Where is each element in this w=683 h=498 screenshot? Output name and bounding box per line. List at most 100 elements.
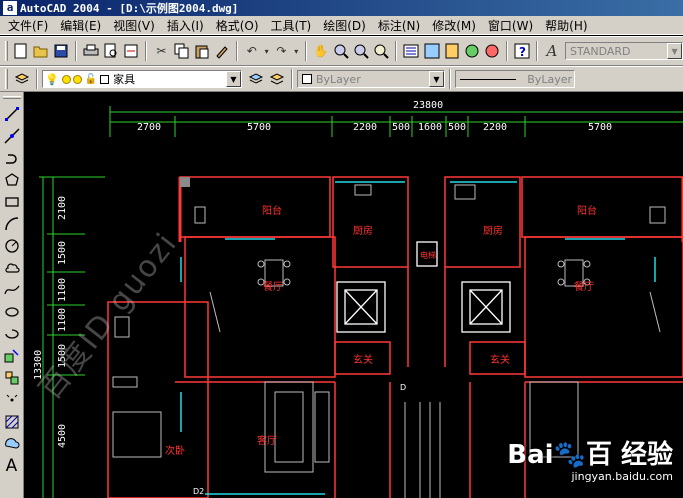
dim-left-1: 1500 bbox=[57, 241, 68, 265]
linetype-sample bbox=[460, 78, 516, 80]
dim-top-2: 2200 bbox=[353, 122, 377, 133]
linetype-select[interactable]: ByLayer bbox=[455, 70, 575, 88]
revision-cloud-icon[interactable] bbox=[2, 257, 22, 279]
help-icon[interactable]: ? bbox=[513, 42, 531, 61]
zoom-previous-icon[interactable] bbox=[372, 42, 390, 61]
text-icon[interactable]: A bbox=[2, 455, 22, 477]
spline-icon[interactable] bbox=[2, 279, 22, 301]
redo-dropdown-icon[interactable]: ▾ bbox=[293, 42, 301, 61]
label-kitchen-left: 厨房 bbox=[353, 224, 373, 237]
toolbar-grip[interactable] bbox=[2, 96, 21, 99]
hatch-icon[interactable] bbox=[2, 411, 22, 433]
chevron-down-icon[interactable]: ▼ bbox=[667, 43, 683, 59]
dim-top-5: 500 bbox=[448, 122, 466, 133]
layer-on-icon[interactable]: 💡 bbox=[45, 73, 59, 86]
autocad-app-icon[interactable]: a bbox=[3, 1, 17, 15]
text-style-select[interactable]: STANDARD ▼ bbox=[564, 42, 683, 60]
label-dining-right: 餐厅 bbox=[574, 280, 594, 293]
print-icon[interactable] bbox=[82, 42, 100, 61]
menu-view[interactable]: 视图(V) bbox=[107, 17, 161, 34]
pan-icon[interactable]: ✋ bbox=[312, 42, 330, 61]
label-elevator: 电梯 bbox=[420, 250, 436, 260]
new-file-icon[interactable] bbox=[12, 42, 30, 61]
toolbar-separator bbox=[291, 69, 293, 89]
undo-dropdown-icon[interactable]: ▾ bbox=[263, 42, 271, 61]
chevron-down-icon[interactable]: ▼ bbox=[226, 71, 241, 87]
dim-top-6: 2200 bbox=[483, 122, 507, 133]
color-value: ByLayer bbox=[316, 72, 361, 86]
menu-tools[interactable]: 工具(T) bbox=[265, 17, 318, 34]
toolbar-separator bbox=[505, 41, 508, 61]
layers-toolbar: 💡 🔓 家具 ▼ ByLayer ▼ ByLayer bbox=[0, 66, 683, 92]
color-select[interactable]: ByLayer ▼ bbox=[297, 70, 445, 88]
point-icon[interactable] bbox=[2, 389, 22, 411]
match-properties-icon[interactable] bbox=[213, 42, 231, 61]
menu-file[interactable]: 文件(F) bbox=[0, 17, 54, 34]
layer-lock-icon[interactable]: 🔓 bbox=[85, 74, 97, 85]
menu-dimension[interactable]: 标注(N) bbox=[372, 17, 426, 34]
layer-vp-freeze-icon[interactable] bbox=[72, 74, 82, 84]
menu-window[interactable]: 窗口(W) bbox=[482, 17, 539, 34]
menu-format[interactable]: 格式(O) bbox=[210, 17, 265, 34]
dbconnect-icon[interactable] bbox=[463, 42, 481, 61]
print-preview-icon[interactable] bbox=[102, 42, 120, 61]
properties-icon[interactable] bbox=[402, 42, 420, 61]
menu-help[interactable]: 帮助(H) bbox=[539, 17, 593, 34]
save-icon[interactable] bbox=[52, 42, 70, 61]
toolbar-separator bbox=[36, 69, 38, 89]
toolbar-grip[interactable] bbox=[5, 41, 8, 61]
layer-value: 家具 bbox=[113, 73, 136, 86]
circle-icon[interactable] bbox=[2, 235, 22, 257]
toolbar-separator bbox=[449, 69, 451, 89]
layer-manager-icon[interactable] bbox=[12, 70, 31, 89]
open-file-icon[interactable] bbox=[32, 42, 50, 61]
dim-total-width: 23800 bbox=[413, 100, 443, 111]
dim-top-7: 5700 bbox=[588, 122, 612, 133]
tool-palettes-icon[interactable] bbox=[443, 42, 461, 61]
redo-icon[interactable]: ↷ bbox=[272, 42, 290, 61]
menu-modify[interactable]: 修改(M) bbox=[426, 17, 482, 34]
layer-select[interactable]: 💡 🔓 家具 ▼ bbox=[42, 70, 242, 88]
label-door-2: D2 bbox=[193, 487, 204, 496]
polygon-icon[interactable] bbox=[2, 169, 22, 191]
dim-top-1: 5700 bbox=[247, 122, 271, 133]
linetype-value: ByLayer bbox=[527, 72, 572, 86]
toolbar-separator bbox=[75, 41, 78, 61]
publish-icon[interactable] bbox=[122, 42, 140, 61]
polyline-icon[interactable] bbox=[2, 147, 22, 169]
label-entry-left: 玄关 bbox=[353, 353, 373, 366]
construction-line-icon[interactable] bbox=[2, 125, 22, 147]
line-icon[interactable] bbox=[2, 103, 22, 125]
make-object-layer-current-icon[interactable] bbox=[246, 70, 265, 89]
title-bar: a AutoCAD 2004 - [D:\示例图2004.dwg] bbox=[0, 0, 683, 16]
design-center-icon[interactable] bbox=[423, 42, 441, 61]
layer-previous-icon[interactable] bbox=[267, 70, 286, 89]
dim-top-4: 1600 bbox=[418, 122, 442, 133]
chevron-down-icon[interactable]: ▼ bbox=[429, 71, 444, 87]
standard-toolbar: ✂ ↶ ▾ ↷ ▾ ✋ ? A STANDARD ▼ bbox=[0, 36, 683, 66]
toolbar-grip[interactable] bbox=[5, 69, 8, 89]
text-style-icon[interactable]: A bbox=[543, 42, 561, 61]
ellipse-arc-icon[interactable] bbox=[2, 323, 22, 345]
ellipse-icon[interactable] bbox=[2, 301, 22, 323]
make-block-icon[interactable] bbox=[2, 367, 22, 389]
paste-icon[interactable] bbox=[193, 42, 211, 61]
grip-marker[interactable] bbox=[180, 177, 190, 187]
region-icon[interactable] bbox=[2, 433, 22, 455]
rectangle-icon[interactable] bbox=[2, 191, 22, 213]
zoom-realtime-icon[interactable] bbox=[332, 42, 350, 61]
toolbar-separator bbox=[145, 41, 148, 61]
menu-draw[interactable]: 绘图(D) bbox=[317, 17, 372, 34]
arc-icon[interactable] bbox=[2, 213, 22, 235]
baidu-logo: Bai🐾百 经验 bbox=[507, 440, 673, 470]
copy-icon[interactable] bbox=[173, 42, 191, 61]
layer-freeze-icon[interactable] bbox=[61, 74, 71, 84]
cut-icon[interactable]: ✂ bbox=[152, 42, 170, 61]
zoom-window-icon[interactable] bbox=[352, 42, 370, 61]
menu-edit[interactable]: 编辑(E) bbox=[54, 17, 107, 34]
undo-icon[interactable]: ↶ bbox=[243, 42, 261, 61]
drawing-area[interactable]: 23800 2700 5700 2200 500 1600 500 2200 5… bbox=[25, 92, 683, 498]
insert-block-icon[interactable] bbox=[2, 345, 22, 367]
markup-icon[interactable] bbox=[483, 42, 501, 61]
menu-insert[interactable]: 插入(I) bbox=[161, 17, 210, 34]
